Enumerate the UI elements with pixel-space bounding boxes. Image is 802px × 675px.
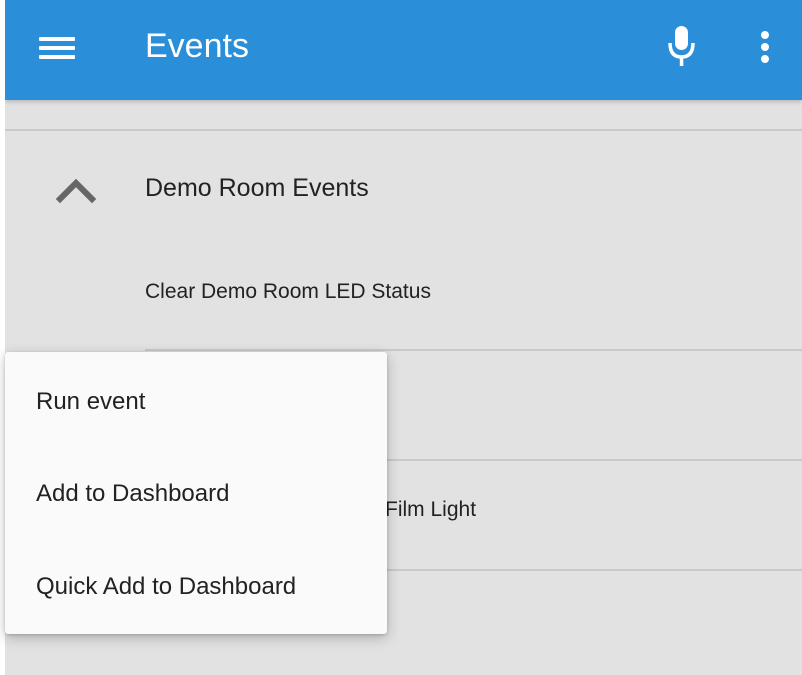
hamburger-menu-icon[interactable] xyxy=(39,33,75,63)
menu-item-add-to-dashboard[interactable]: Add to Dashboard xyxy=(5,448,387,538)
menu-item-label: Add to Dashboard xyxy=(36,480,230,507)
menu-item-label: Quick Add to Dashboard xyxy=(36,573,297,600)
menu-item-quick-add-to-dashboard[interactable]: Quick Add to Dashboard xyxy=(5,541,387,631)
group-title: Demo Room Events xyxy=(145,174,369,202)
menu-item-label: Run event xyxy=(36,388,146,415)
group-header-demo-room-events[interactable]: Demo Room Events xyxy=(5,140,802,236)
event-context-menu: Run event Add to Dashboard Quick Add to … xyxy=(5,352,387,634)
event-item[interactable]: Clear Demo Room LED Status xyxy=(5,248,802,344)
menu-item-run-event[interactable]: Run event xyxy=(5,356,387,446)
divider xyxy=(5,129,802,131)
microphone-icon[interactable] xyxy=(667,24,697,68)
chevron-up-icon xyxy=(55,178,97,204)
app-bar: Events xyxy=(5,0,802,100)
page-title: Events xyxy=(145,27,249,65)
event-label: Film Light xyxy=(385,498,477,521)
event-label: Clear Demo Room LED Status xyxy=(145,280,431,303)
more-vert-icon[interactable] xyxy=(755,30,775,66)
